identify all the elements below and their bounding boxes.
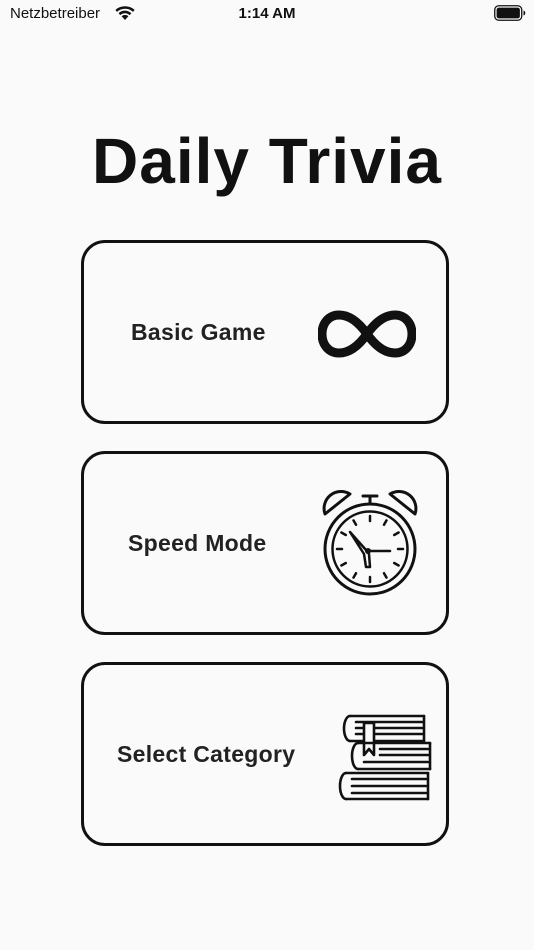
- infinity-icon: [318, 310, 416, 358]
- page-title: Daily Trivia: [92, 125, 442, 197]
- status-time: 1:14 AM: [238, 5, 296, 22]
- battery-icon: [494, 5, 526, 21]
- select-category-label: Select Category: [117, 740, 296, 767]
- select-category-button[interactable]: Select Category: [81, 662, 449, 846]
- speed-mode-label: Speed Mode: [128, 529, 267, 556]
- alarm-clock-icon: [322, 489, 418, 596]
- basic-game-label: Basic Game: [131, 318, 266, 345]
- speed-mode-button[interactable]: Speed Mode: [81, 451, 449, 635]
- basic-game-button[interactable]: Basic Game: [81, 240, 449, 424]
- screen: Netzbetreiber 1:14 AM Daily Trivia Basic…: [0, 0, 534, 950]
- books-icon: [338, 714, 432, 801]
- status-bar: Netzbetreiber 1:14 AM: [0, 0, 534, 28]
